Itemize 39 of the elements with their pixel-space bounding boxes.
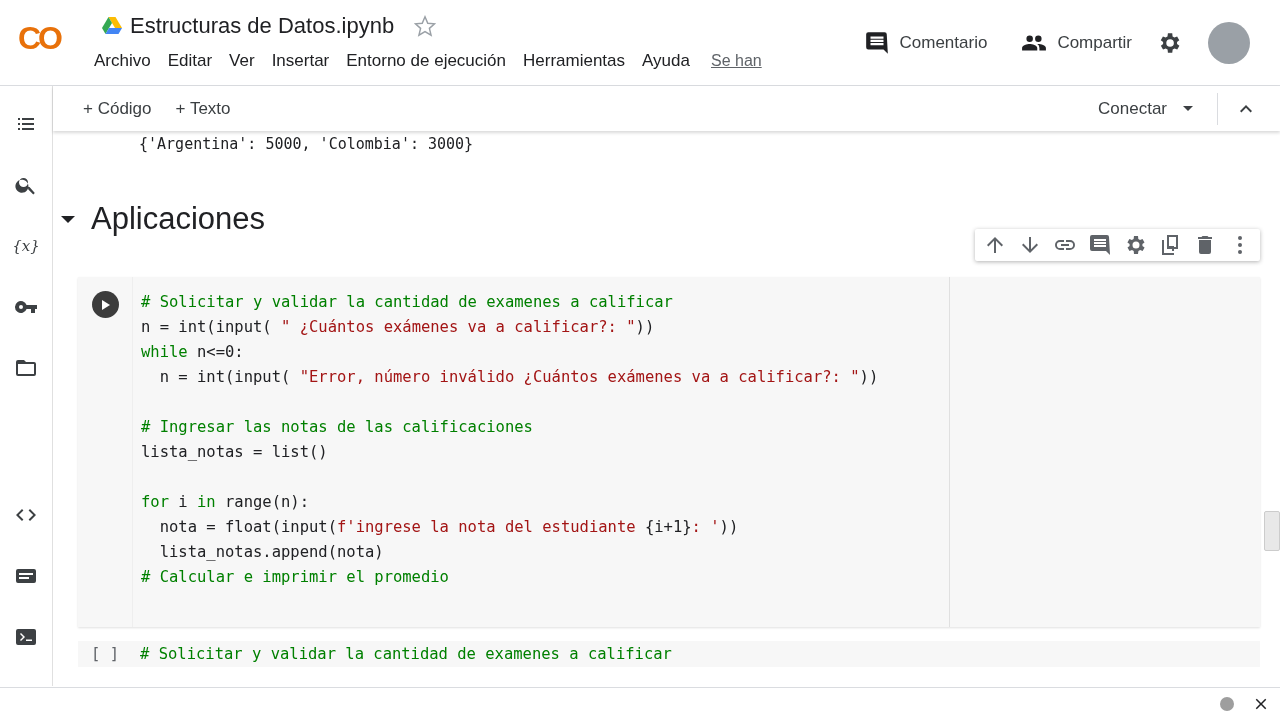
comment-icon[interactable] — [1088, 233, 1112, 257]
share-button[interactable]: Compartir — [1011, 26, 1142, 60]
code-line: nota = float(input(f'ingrese la nota del estudiante {i+1}: ')) — [158, 517, 740, 538]
menu-item[interactable]: Ayuda — [642, 51, 690, 71]
code-line: # Solicitar y validar la cantidad de examenes a calificar — [139, 645, 672, 663]
comment-icon[interactable] — [863, 30, 890, 56]
code-line: lista_notas.append(nota) — [158, 542, 385, 563]
variables-icon[interactable]: {x} — [12, 234, 40, 258]
menu-item[interactable]: Editar — [167, 51, 213, 71]
caret-icon[interactable] — [61, 215, 75, 223]
menu-item[interactable]: Entorno de ejecución — [346, 51, 506, 71]
comment-button[interactable]: Comentario — [853, 26, 998, 60]
star-icon[interactable] — [414, 15, 437, 37]
section-heading: Aplicaciones — [91, 201, 266, 237]
code-line: # Ingresar las notas de las calificaciones — [141, 417, 534, 438]
code-line: lista_notas = list() — [141, 442, 329, 463]
connect-button[interactable]: Conectar — [1088, 94, 1203, 123]
menu-item[interactable]: Insertar — [271, 51, 330, 71]
status-dot — [1220, 697, 1234, 711]
add-cell-button[interactable]: + Código — [75, 94, 160, 123]
cell-output: {'Argentina': 5000, 'Colombia': 3000} — [138, 134, 475, 153]
code-line: # Solicitar y validar la cantidad de examenes a calificar — [141, 292, 674, 313]
menu-item[interactable]: Herramientas — [523, 51, 626, 71]
notebook-title[interactable]: Estructuras de Datos.ipynb — [130, 13, 395, 39]
code-line: n = int(input( " ¿Cuántos exámenes va a calificar?: ")) — [141, 317, 656, 338]
code-line: while n<=0: — [141, 342, 245, 363]
drive-icon[interactable] — [102, 17, 122, 35]
add-cell-button[interactable]: + Texto — [167, 94, 239, 123]
save-status-link[interactable]: Se han — [710, 51, 762, 71]
menu-item[interactable]: Archivo — [94, 51, 151, 71]
scrollbar-thumb[interactable] — [1264, 511, 1280, 551]
code-line: n = int(input( "Error, número inválido ¿Cuántos exámenes va a calificar?: ")) — [158, 367, 880, 388]
menu-item[interactable]: Ver — [229, 51, 255, 71]
avatar[interactable] — [1208, 22, 1250, 64]
play-icon — [99, 298, 111, 311]
code-line: # Calcular e imprimir el promedio — [141, 567, 450, 588]
run-button[interactable] — [91, 291, 119, 318]
code-line: for i in range(n): — [141, 492, 310, 513]
execution-count: [ ] — [90, 645, 120, 663]
